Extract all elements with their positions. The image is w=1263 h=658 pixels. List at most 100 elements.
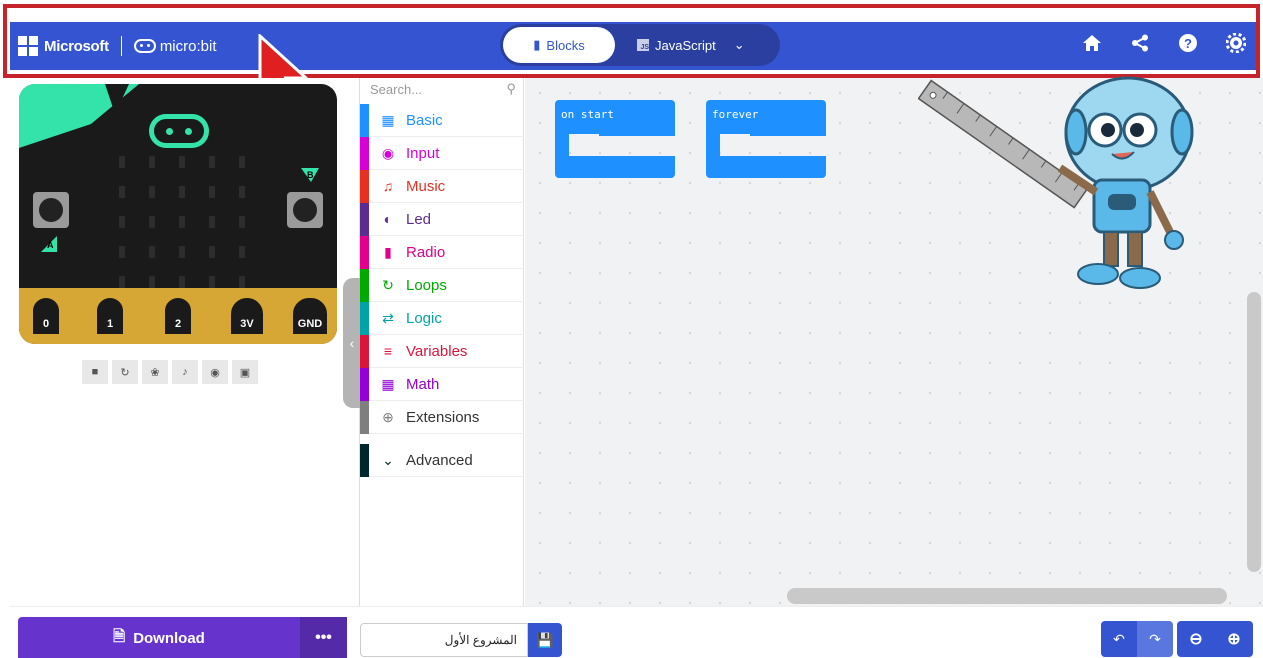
led-cell xyxy=(119,156,125,168)
category-color-bar xyxy=(360,169,369,203)
restart-icon[interactable]: ↻ xyxy=(112,360,138,384)
category-color-bar xyxy=(360,400,369,434)
redo-icon[interactable]: ↷ xyxy=(1137,621,1173,657)
vertical-scrollbar[interactable] xyxy=(1247,292,1261,572)
category-input[interactable]: ◉ Input xyxy=(360,136,524,170)
led-cell xyxy=(209,246,215,258)
save-button[interactable]: 💾 xyxy=(528,623,562,657)
tab-blocks-label: Blocks xyxy=(546,37,585,53)
led-cell xyxy=(209,186,215,198)
search-box[interactable]: Search... ⚲ xyxy=(370,78,516,100)
search-input[interactable]: Search... xyxy=(370,82,422,97)
category-variables[interactable]: ≡ Variables xyxy=(360,334,524,368)
brand-divider xyxy=(120,36,122,56)
category-label: Led xyxy=(406,210,432,228)
list-icon: ≡ xyxy=(383,343,393,359)
input-icon: ◉ xyxy=(381,144,395,161)
undo-redo-group: ↶ ↷ xyxy=(1101,621,1173,657)
sound-icon[interactable]: ♪ xyxy=(172,360,198,384)
led-cell xyxy=(209,156,215,168)
category-radio[interactable]: ▮ Radio xyxy=(360,235,524,269)
category-label: Extensions xyxy=(406,408,480,426)
led-cell xyxy=(239,276,245,288)
debug-icon[interactable]: ❀ xyxy=(142,360,168,384)
block-on-start[interactable]: on start xyxy=(555,100,675,178)
category-label: Variables xyxy=(406,342,468,360)
grid-icon: ▦ xyxy=(381,111,395,128)
button-b[interactable] xyxy=(287,192,323,228)
button-b-label: B xyxy=(307,170,314,180)
category-label: Input xyxy=(406,144,440,162)
zoom-group: ⊖ ⊕ xyxy=(1177,621,1253,657)
category-extensions[interactable]: ⊕ Extensions xyxy=(360,400,524,434)
pin-0[interactable]: 0 xyxy=(29,294,63,338)
fullscreen-icon[interactable]: ▣ xyxy=(232,360,258,384)
download-group: 🗎 Download ••• xyxy=(18,617,347,658)
category-basic[interactable]: ▦ Basic xyxy=(360,103,524,137)
more-options-button[interactable]: ••• xyxy=(300,617,347,658)
led-cell xyxy=(119,246,125,258)
simulator-panel: A B 0 1 2 3V GND ■ ↻ ❀ ♪ ◉ ▣ ‹ xyxy=(10,78,361,606)
brand[interactable]: Microsoft micro:bit xyxy=(18,36,217,56)
help-icon[interactable]: ? xyxy=(1177,32,1199,54)
puzzle-icon: ▮ xyxy=(533,37,541,52)
microbit-face-logo xyxy=(149,114,209,148)
category-color-bar xyxy=(360,136,369,170)
led-cell xyxy=(149,156,155,168)
microbit-board[interactable]: A B 0 1 2 3V GND xyxy=(19,84,337,344)
led-cell xyxy=(119,216,125,228)
led-cell xyxy=(149,276,155,288)
category-logic[interactable]: ⇄ Logic xyxy=(360,301,524,335)
category-color-bar xyxy=(360,301,369,335)
settings-icon[interactable] xyxy=(1225,32,1247,54)
headphones-icon: ♫ xyxy=(382,178,394,194)
category-led[interactable]: ◐ Led xyxy=(360,202,524,236)
share-icon[interactable] xyxy=(1129,32,1151,54)
loop-icon: ↻ xyxy=(382,276,394,293)
category-loops[interactable]: ↻ Loops xyxy=(360,268,524,302)
category-advanced[interactable]: ⌄ Advanced xyxy=(360,443,524,477)
project-name-input[interactable]: المشروع الأول xyxy=(360,623,528,657)
microsoft-logo-icon xyxy=(18,36,38,56)
led-cell xyxy=(119,276,125,288)
led-cell xyxy=(239,216,245,228)
horizontal-scrollbar[interactable] xyxy=(787,588,1227,604)
stop-icon[interactable]: ■ xyxy=(82,360,108,384)
pin-2[interactable]: 2 xyxy=(161,294,195,338)
zoom-out-icon[interactable]: ⊖ xyxy=(1177,621,1215,657)
tab-blocks[interactable]: ▮ Blocks xyxy=(503,27,615,63)
undo-icon[interactable]: ↶ xyxy=(1101,621,1137,657)
tab-javascript-label: JavaScript xyxy=(655,37,716,53)
chevron-down-icon[interactable]: ⌄ xyxy=(734,37,745,53)
download-button[interactable]: 🗎 Download xyxy=(18,617,300,658)
header-actions: ? xyxy=(1081,32,1247,54)
download-label: Download xyxy=(133,629,205,647)
category-label: Music xyxy=(406,177,446,195)
pin-3v[interactable]: 3V xyxy=(227,294,267,338)
screenshot-icon[interactable]: ◉ xyxy=(202,360,228,384)
block-on-start-label: on start xyxy=(555,100,675,136)
led-cell xyxy=(149,186,155,198)
button-a[interactable] xyxy=(33,192,69,228)
pin-gnd[interactable]: GND xyxy=(289,294,331,338)
block-forever[interactable]: forever xyxy=(706,100,826,178)
led-cell xyxy=(179,246,185,258)
category-math[interactable]: ▦ Math xyxy=(360,367,524,401)
category-music[interactable]: ♫ Music xyxy=(360,169,524,203)
microsoft-label: Microsoft xyxy=(44,37,109,55)
collapse-simulator-button[interactable]: ‹ xyxy=(343,278,361,408)
toggle-icon: ◐ xyxy=(383,211,393,227)
block-forever-label: forever xyxy=(706,100,826,136)
zoom-in-icon[interactable]: ⊕ xyxy=(1215,621,1253,657)
robot-mascot-icon xyxy=(918,76,1194,289)
save-icon: 💾 xyxy=(536,631,554,648)
microbit-logo-icon xyxy=(133,39,156,53)
tab-javascript[interactable]: JS JavaScript xyxy=(637,38,716,53)
pin-1[interactable]: 1 xyxy=(93,294,127,338)
category-color-bar xyxy=(360,367,369,401)
home-icon[interactable] xyxy=(1081,32,1103,54)
led-cell xyxy=(239,186,245,198)
category-label: Loops xyxy=(406,276,447,294)
led-cell xyxy=(179,156,185,168)
category-label: Radio xyxy=(406,243,446,261)
